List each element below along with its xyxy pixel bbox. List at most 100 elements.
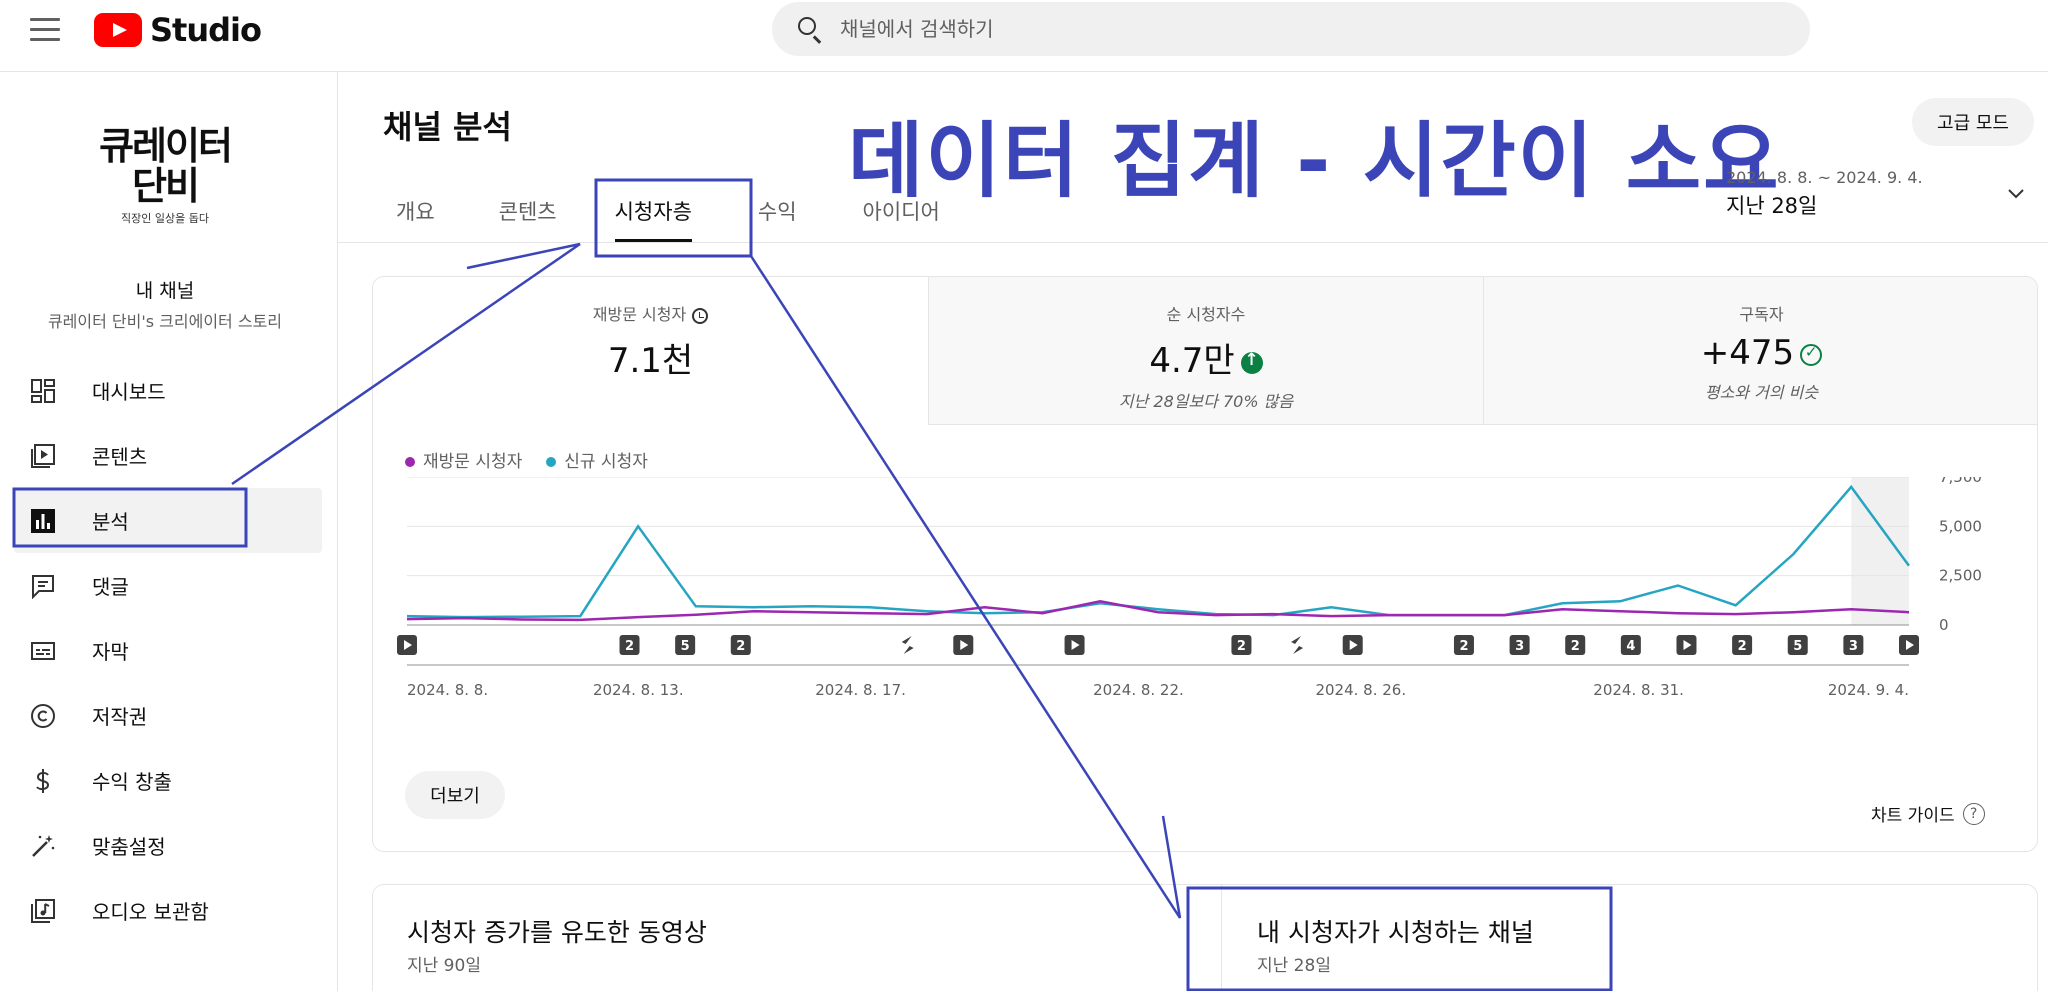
metric-unique-viewers[interactable]: 순 시청자수 4.7만 지난 28일보다 70% 많음 xyxy=(928,277,1483,425)
svg-text:2: 2 xyxy=(1738,639,1747,654)
magic-wand-icon xyxy=(28,831,58,861)
y-tick-label: 0 xyxy=(1939,616,1949,634)
search-icon[interactable] xyxy=(790,9,830,49)
x-tick-label: 2024. 8. 31. xyxy=(1593,681,1684,699)
sidebar-item-customization[interactable]: 맞춤설정 xyxy=(14,813,322,878)
video-marker-play-icon xyxy=(1342,635,1363,655)
subtitles-icon xyxy=(28,636,58,666)
more-button[interactable]: 더보기 xyxy=(405,771,505,819)
audience-channels-period: 지난 28일 xyxy=(1257,956,1331,976)
svg-text:3: 3 xyxy=(1515,639,1524,654)
video-marker-play-icon xyxy=(1899,635,1919,655)
sidebar-item-audio-library[interactable]: 오디오 보관함 xyxy=(14,878,322,943)
tab-audience[interactable]: 시청자층 xyxy=(614,178,693,242)
annotation-banner: 데이터 집계 - 시간이 소요 xyxy=(848,114,1781,209)
line-chart[interactable]: 7,500 5,000 2,500 0 2 5 2 2 2 3 2 4 2 5 3 2024. 8. 8. 20… xyxy=(373,477,2038,807)
svg-text:5: 5 xyxy=(1793,639,1802,654)
card-divider xyxy=(1221,885,1222,991)
audience-channels-title: 내 시청자가 시청하는 채널 xyxy=(1257,918,1534,947)
svg-text:2: 2 xyxy=(736,639,745,654)
video-marker-play-icon xyxy=(1064,635,1085,655)
tab-overview[interactable]: 개요 xyxy=(396,178,435,242)
tabs-divider xyxy=(338,242,2048,243)
bottom-cards: 시청자 증가를 유도한 동영상 지난 90일 내 시청자가 시청하는 채널 지난… xyxy=(372,884,2038,991)
svg-text:5: 5 xyxy=(681,639,690,654)
svg-text:2: 2 xyxy=(1237,639,1246,654)
chart-guide-link[interactable]: 차트 가이드 ? xyxy=(1871,801,1985,826)
studio-logo[interactable]: Studio xyxy=(94,10,262,50)
my-channel-label: 내 채널 xyxy=(135,280,195,302)
x-tick-label: 2024. 8. 26. xyxy=(1315,681,1406,699)
tab-revenue[interactable]: 수익 xyxy=(758,178,797,242)
metric-returning-viewers[interactable]: 재방문 시청자 7.1천 xyxy=(373,277,928,425)
tab-ideas[interactable]: 아이디어 xyxy=(863,178,940,242)
y-tick-label: 2,500 xyxy=(1939,567,1982,585)
legend-item-new[interactable]: 신규 시청자 xyxy=(546,447,648,472)
video-marker-play-icon xyxy=(397,635,417,655)
y-tick-label: 7,500 xyxy=(1939,477,1982,486)
sidebar-item-analytics[interactable]: 분석 xyxy=(14,488,322,553)
video-marker-count: 4 xyxy=(1620,635,1641,655)
y-tick-label: 5,000 xyxy=(1939,517,1982,535)
youtube-icon xyxy=(94,13,142,47)
date-range[interactable]: 2024. 8. 8. ~ 2024. 9. 4. xyxy=(1726,168,1923,187)
series-line-returning xyxy=(406,600,1910,622)
logo-text: Studio xyxy=(150,11,262,49)
shorts-marker-icon xyxy=(901,636,914,654)
sidebar-nav: 대시보드 콘텐츠 분석 댓글 자막 저작권 수익 창출 맞춤설정 오디오 보관함 xyxy=(14,358,322,943)
x-tick-label: 2024. 8. 17. xyxy=(815,681,906,699)
svg-text:3: 3 xyxy=(1849,639,1858,654)
check-circle-icon xyxy=(1800,343,1823,366)
series-line-new xyxy=(406,484,1911,619)
advanced-mode-button[interactable]: 고급 모드 xyxy=(1912,98,2034,146)
analytics-tabs: 개요 콘텐츠 시청자층 수익 아이디어 xyxy=(360,178,940,242)
video-marker-count: 2 xyxy=(1231,635,1252,655)
x-tick-label: 2024. 8. 22. xyxy=(1093,681,1184,699)
date-period[interactable]: 지난 28일 xyxy=(1726,190,1817,220)
menu-icon[interactable] xyxy=(30,18,60,42)
sidebar: 큐레이터 단비 직장인 일상을 돕다 내 채널 큐레이터 단비's 크리에이터 … xyxy=(0,72,338,991)
arrow-up-icon xyxy=(1240,350,1263,374)
x-tick-label: 2024. 8. 8. xyxy=(407,681,488,699)
search-input[interactable] xyxy=(840,17,1740,41)
video-marker-play-icon xyxy=(1676,635,1697,655)
help-icon: ? xyxy=(1962,802,1985,825)
channel-name: 큐레이터 단비's 크리에이터 스토리 xyxy=(47,312,283,331)
comments-icon xyxy=(28,571,58,601)
video-marker-count: 5 xyxy=(1787,635,1808,655)
svg-text:2: 2 xyxy=(625,639,634,654)
sidebar-item-subtitles[interactable]: 자막 xyxy=(14,618,322,683)
chart-legend: 재방문 시청자 신규 시청자 xyxy=(405,447,648,472)
chevron-down-icon[interactable] xyxy=(2006,184,2026,204)
sidebar-item-copyright[interactable]: 저작권 xyxy=(14,683,322,748)
shorts-marker-icon xyxy=(1291,636,1304,654)
x-tick-label: 2024. 8. 13. xyxy=(593,681,684,699)
copyright-icon xyxy=(28,701,58,731)
sidebar-item-monetization[interactable]: 수익 창출 xyxy=(14,748,322,813)
svg-text:2: 2 xyxy=(1571,639,1580,654)
x-tick-label: 2024. 9. 4. xyxy=(1828,681,1909,699)
channel-avatar[interactable]: 큐레이터 단비 직장인 일상을 돕다 xyxy=(90,126,240,226)
tab-content[interactable]: 콘텐츠 xyxy=(499,178,557,242)
video-marker-count: 2 xyxy=(619,635,640,655)
sidebar-item-dashboard[interactable]: 대시보드 xyxy=(14,358,322,423)
video-marker-count: 3 xyxy=(1509,635,1530,655)
analytics-icon xyxy=(28,506,58,536)
audience-chart-card: 재방문 시청자 7.1천 순 시청자수 4.7만 지난 28일보다 70% 많음… xyxy=(372,276,2038,852)
video-marker-count: 2 xyxy=(730,635,751,655)
video-marker-count: 5 xyxy=(675,635,696,655)
video-marker-count: 2 xyxy=(1565,635,1586,655)
search-bar[interactable] xyxy=(772,2,1810,56)
audio-library-icon xyxy=(28,896,58,926)
page-title: 채널 분석 xyxy=(383,108,512,146)
metric-subscribers[interactable]: 구독자 +475 평소와 거의 비슷 xyxy=(1483,277,2037,425)
svg-text:2: 2 xyxy=(1459,639,1468,654)
content-icon xyxy=(28,441,58,471)
sidebar-item-content[interactable]: 콘텐츠 xyxy=(14,423,322,488)
legend-item-returning[interactable]: 재방문 시청자 xyxy=(405,447,522,472)
top-bar: Studio xyxy=(0,0,2048,72)
video-marker-count: 2 xyxy=(1453,635,1474,655)
growth-videos-period: 지난 90일 xyxy=(407,956,481,976)
growth-videos-title: 시청자 증가를 유도한 동영상 xyxy=(407,918,707,947)
sidebar-item-comments[interactable]: 댓글 xyxy=(14,553,322,618)
